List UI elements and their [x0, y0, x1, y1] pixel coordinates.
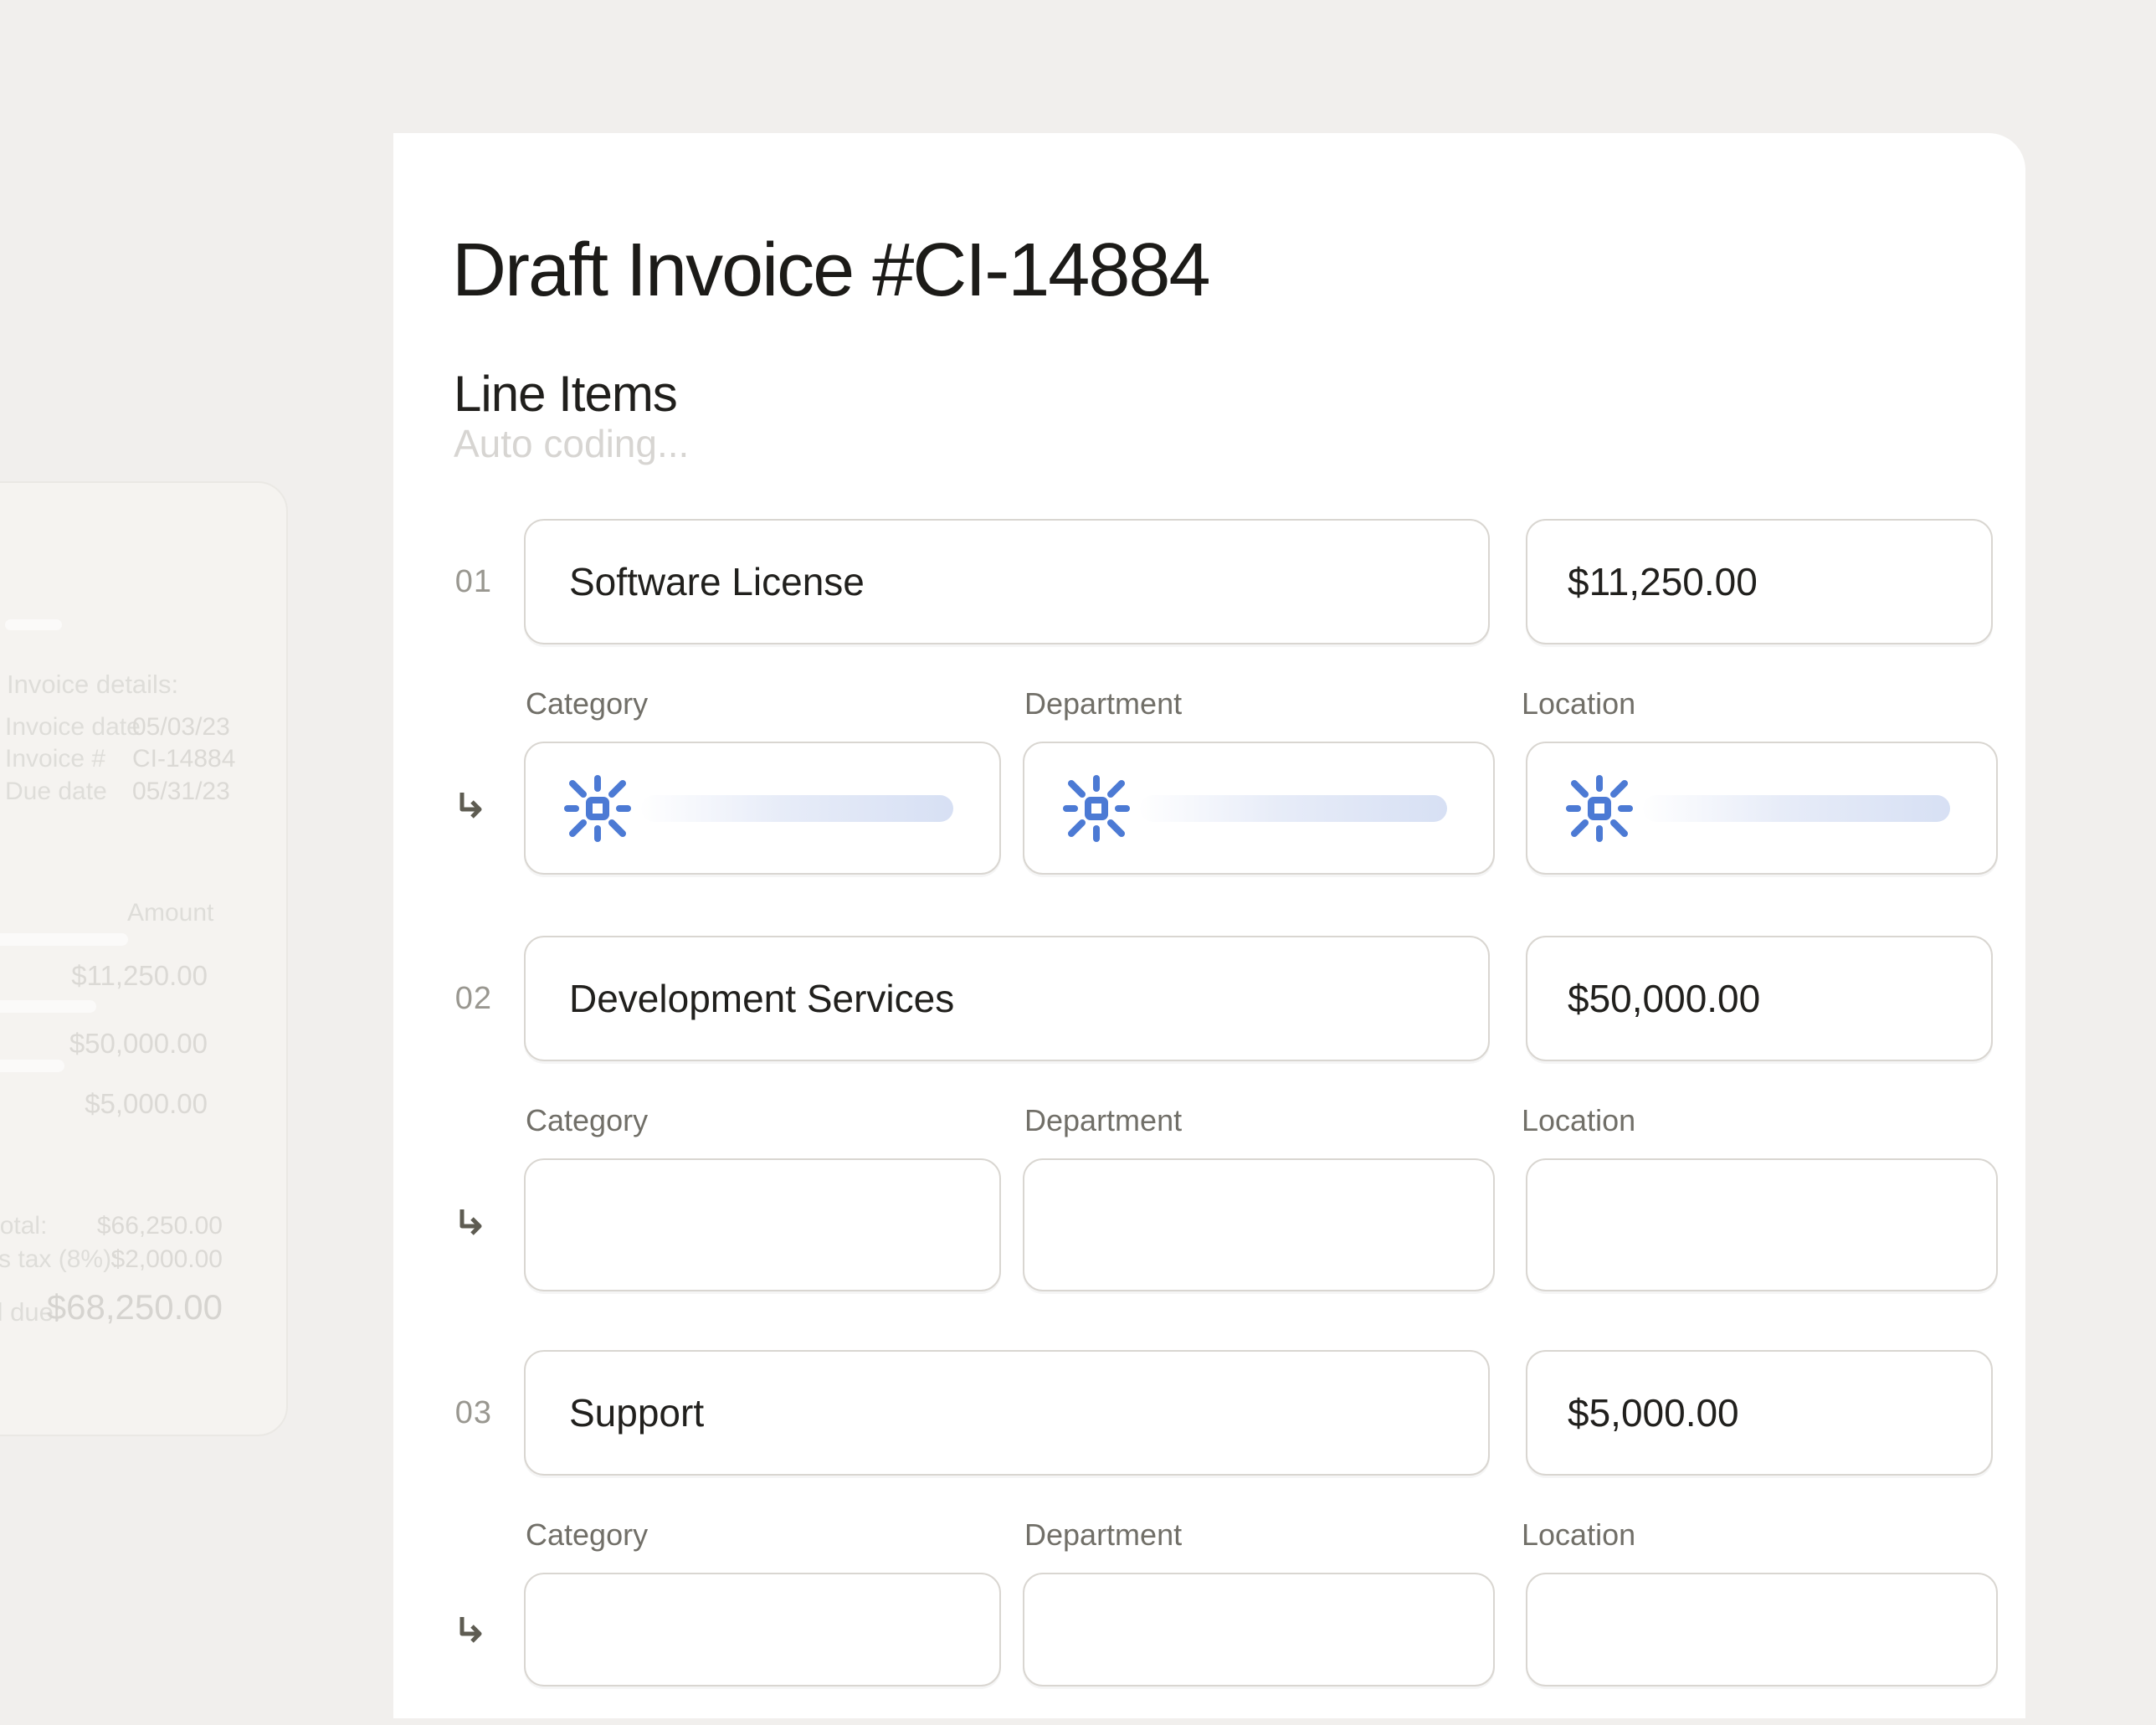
location-input[interactable] — [1526, 1158, 1998, 1291]
line-item-number: 03 — [418, 1350, 492, 1476]
department-label: Department — [1024, 686, 1182, 721]
invoice-coding-screen: Invoice details: Invoice date 05/03/23 I… — [0, 0, 2156, 1725]
location-input[interactable] — [1526, 1573, 1998, 1686]
faded-text-bar — [0, 933, 128, 946]
department-label: Department — [1024, 1103, 1182, 1138]
amount-text: $50,000.00 — [1568, 976, 1760, 1021]
loading-shimmer-bar — [1643, 795, 1950, 822]
department-input[interactable] — [1023, 1573, 1495, 1686]
sparkle-loading-icon — [561, 772, 634, 845]
amount-input[interactable]: $11,250.00 — [1526, 519, 1993, 644]
amount-column-header: Amount — [127, 899, 213, 927]
detail-label: Due date — [5, 778, 107, 806]
description-input[interactable]: Support — [524, 1350, 1490, 1476]
location-input[interactable] — [1526, 742, 1998, 875]
page-title: Draft Invoice #CI-14884 — [452, 228, 1209, 314]
description-text: Development Services — [569, 976, 954, 1021]
category-input[interactable] — [524, 1573, 1001, 1686]
invoice-details-title: Invoice details: — [7, 670, 178, 700]
sparkle-loading-icon — [1563, 772, 1636, 845]
line-item-number: 02 — [418, 936, 492, 1061]
faded-text-bar — [5, 619, 62, 630]
detail-value: 05/03/23 — [132, 713, 230, 742]
faded-amount: $50,000.00 — [0, 1028, 208, 1060]
description-input[interactable]: Development Services — [524, 936, 1490, 1061]
description-input[interactable]: Software License — [524, 519, 1490, 644]
location-loading-field — [1527, 772, 1996, 845]
category-input[interactable] — [524, 742, 1001, 875]
total-value: $2,000.00 — [0, 1245, 223, 1274]
faded-text-bar — [0, 1060, 64, 1072]
detail-value: 05/31/23 — [132, 778, 230, 806]
indent-arrow-icon — [456, 1207, 486, 1240]
detail-label: Invoice date — [5, 713, 141, 742]
department-label: Department — [1024, 1517, 1182, 1553]
category-label: Category — [526, 686, 648, 721]
loading-shimmer-bar — [1140, 795, 1447, 822]
line-items-heading: Line Items — [454, 365, 677, 423]
location-label: Location — [1522, 1517, 1635, 1553]
faded-amount: $5,000.00 — [0, 1088, 208, 1120]
line-item-number: 01 — [418, 519, 492, 644]
amount-text: $11,250.00 — [1568, 559, 1758, 604]
department-loading-field — [1024, 772, 1493, 845]
location-label: Location — [1522, 686, 1635, 721]
detail-label: Invoice # — [5, 745, 105, 773]
description-text: Support — [569, 1390, 704, 1435]
auto-coding-status: Auto coding... — [454, 421, 689, 466]
amount-input[interactable]: $50,000.00 — [1526, 936, 1993, 1061]
faded-text-bar — [0, 1000, 96, 1013]
amount-input[interactable]: $5,000.00 — [1526, 1350, 1993, 1476]
department-input[interactable] — [1023, 742, 1495, 875]
description-text: Software License — [569, 559, 865, 604]
total-due-value: $68,250.00 — [0, 1287, 223, 1327]
category-input[interactable] — [524, 1158, 1001, 1291]
detail-value: CI-14884 — [132, 745, 235, 773]
loading-shimmer-bar — [641, 795, 953, 822]
faded-amount: $11,250.00 — [0, 960, 208, 992]
location-label: Location — [1522, 1103, 1635, 1138]
category-label: Category — [526, 1103, 648, 1138]
department-input[interactable] — [1023, 1158, 1495, 1291]
total-value: $66,250.00 — [0, 1212, 223, 1240]
indent-arrow-icon — [456, 790, 486, 824]
category-loading-field — [526, 772, 999, 845]
sparkle-loading-icon — [1060, 772, 1133, 845]
amount-text: $5,000.00 — [1568, 1390, 1739, 1435]
indent-arrow-icon — [456, 1615, 486, 1648]
category-label: Category — [526, 1517, 648, 1553]
